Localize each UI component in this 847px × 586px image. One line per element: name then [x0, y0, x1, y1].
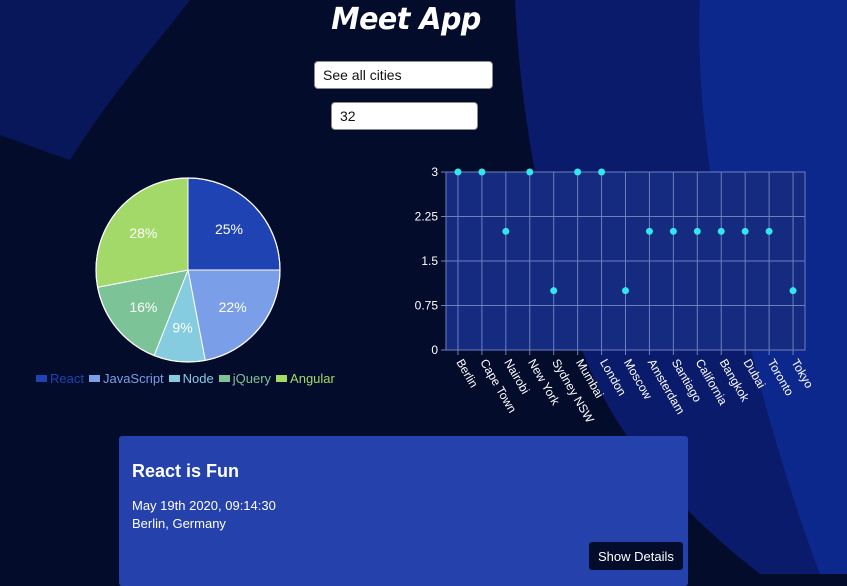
scatter-point-new-york[interactable]: [526, 168, 534, 176]
event-date: May 19th 2020, 09:14:30: [132, 498, 276, 513]
genre-pie-chart: 25% 22% 9% 16% 28%: [95, 177, 281, 363]
event-title: React is Fun: [132, 461, 240, 481]
legend-item-react[interactable]: React: [36, 371, 84, 386]
number-of-events-input[interactable]: [331, 102, 478, 130]
legend-label: Node: [182, 371, 214, 386]
legend-swatch: [218, 375, 230, 382]
scatter-point-california[interactable]: [693, 227, 701, 235]
legend-swatch: [276, 375, 288, 382]
event-card: React is Fun May 19th 2020, 09:14:30 Ber…: [119, 436, 688, 586]
show-details-button[interactable]: Show Details: [589, 542, 683, 570]
legend-swatch: [88, 375, 100, 382]
scatter-point-nairobi[interactable]: [502, 227, 510, 235]
legend-item-javascript[interactable]: JavaScript: [88, 371, 164, 386]
legend-swatch: [36, 375, 47, 382]
legend-label: jQuery: [232, 371, 272, 386]
legend-item-node[interactable]: Node: [168, 371, 214, 386]
y-tick-label: 1.5: [421, 254, 438, 268]
scatter-point-moscow[interactable]: [622, 287, 629, 295]
scatter-point-mumbai[interactable]: [574, 168, 582, 176]
legend-item-angular[interactable]: Angular: [276, 371, 335, 386]
pie-legend: React JavaScript Node jQuery Angular: [36, 371, 335, 386]
legend-swatch: [168, 375, 180, 382]
scatter-point-bangkok[interactable]: [717, 227, 725, 235]
legend-item-jquery[interactable]: jQuery: [218, 371, 272, 386]
pie-slice-label: 28%: [129, 225, 157, 241]
legend-label: JavaScript: [102, 371, 164, 386]
scatter-point-toronto[interactable]: [765, 227, 773, 235]
events-scatter-chart: 00.751.52.253BerlinCape TownNairobiNew Y…: [415, 165, 817, 426]
y-tick-label: 2.25: [415, 210, 439, 224]
pie-slice-label: 22%: [219, 299, 247, 315]
scatter-point-sydney-nsw[interactable]: [550, 287, 558, 295]
scatter-point-amsterdam[interactable]: [645, 227, 653, 235]
scatter-point-cape-town[interactable]: [478, 168, 486, 176]
city-search-input[interactable]: [314, 61, 493, 89]
pie-slice-label: 16%: [129, 299, 157, 315]
y-tick-label: 3: [431, 165, 438, 179]
app-title: Meet App: [331, 2, 481, 37]
legend-label: React: [50, 371, 84, 386]
scatter-point-berlin[interactable]: [454, 168, 462, 176]
x-tick-label: Berlin: [453, 357, 480, 391]
scatter-point-london[interactable]: [598, 168, 606, 176]
scatter-point-santiago[interactable]: [669, 227, 677, 235]
scatter-point-dubai[interactable]: [741, 227, 749, 235]
scatter-point-tokyo[interactable]: [789, 287, 797, 295]
pie-slice-label: 9%: [172, 320, 192, 336]
y-tick-label: 0.75: [415, 299, 439, 313]
pie-slice-label: 25%: [215, 221, 243, 237]
event-location: Berlin, Germany: [132, 516, 226, 531]
legend-label: Angular: [290, 371, 335, 386]
y-tick-label: 0: [431, 343, 438, 357]
